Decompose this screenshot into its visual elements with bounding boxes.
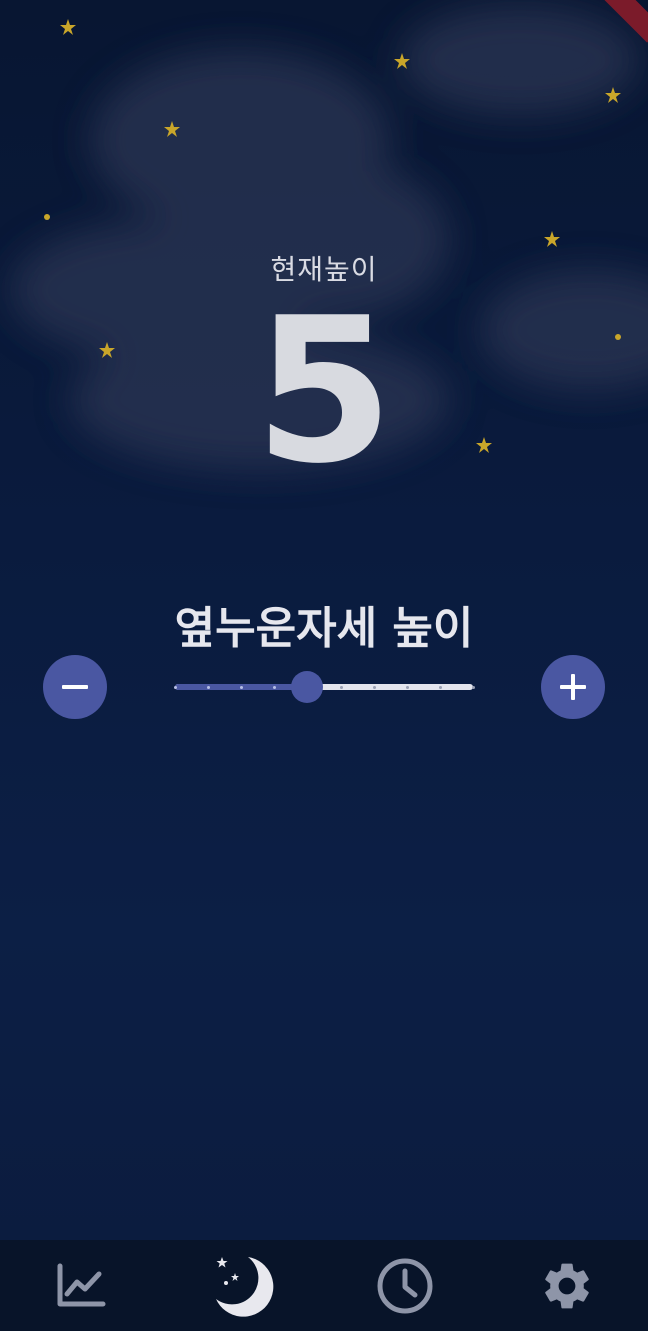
chart-line-icon bbox=[57, 1263, 106, 1306]
slider-tick bbox=[372, 686, 376, 689]
slider-thumb[interactable] bbox=[291, 671, 324, 703]
slider-tick bbox=[405, 686, 409, 689]
side-sleeping-height-title: 옆누운자세 높이 bbox=[174, 603, 474, 654]
nav-item-history[interactable] bbox=[324, 1240, 486, 1331]
moon-stars-icon bbox=[216, 1256, 274, 1317]
gear-icon bbox=[545, 1263, 589, 1308]
slider-tick bbox=[438, 686, 442, 689]
height-slider[interactable] bbox=[174, 670, 475, 704]
nav-item-stats[interactable] bbox=[0, 1240, 162, 1331]
decrease-button[interactable] bbox=[43, 655, 107, 719]
slider-tick bbox=[339, 686, 343, 689]
nav-item-settings[interactable] bbox=[486, 1240, 648, 1331]
clock-icon bbox=[377, 1258, 433, 1313]
current-height-value: 5 bbox=[254, 275, 394, 508]
bottom-navigation bbox=[0, 1240, 648, 1331]
increase-button[interactable] bbox=[541, 655, 605, 719]
nav-item-sleep[interactable] bbox=[162, 1240, 324, 1331]
plus-icon bbox=[560, 674, 586, 700]
slider-tick bbox=[472, 686, 475, 689]
minus-icon bbox=[62, 685, 88, 689]
slider-tick bbox=[174, 686, 177, 689]
